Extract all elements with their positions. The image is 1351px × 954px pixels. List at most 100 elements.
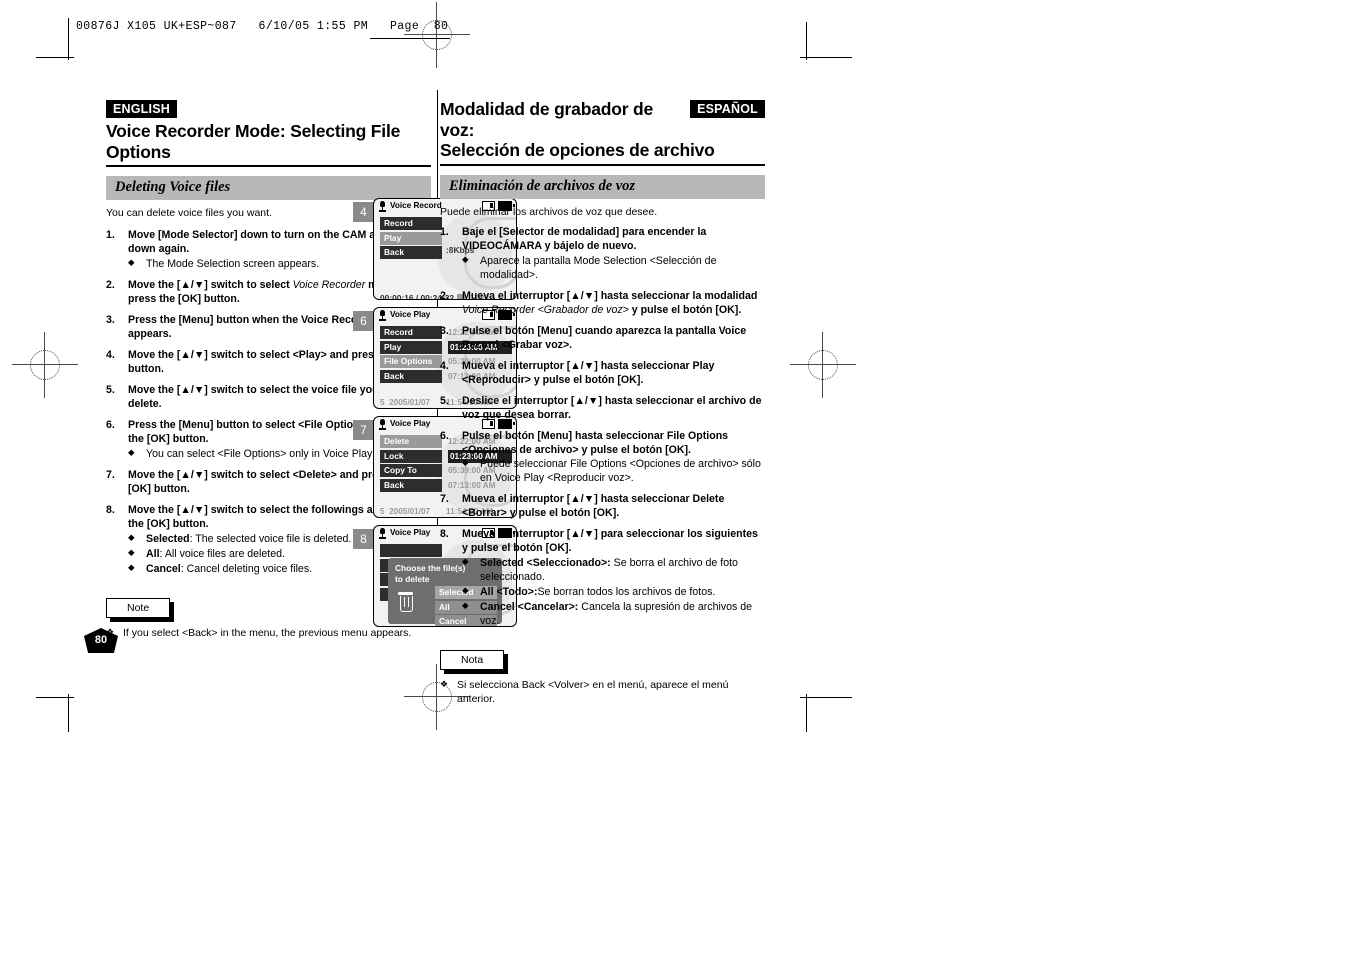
lcd-title: Voice Record: [390, 201, 442, 210]
lcd-menu-item[interactable]: Back: [380, 246, 442, 259]
language-tag-spanish: ESPAÑOL: [690, 100, 765, 118]
step-number: 3.: [440, 324, 449, 337]
registration-mark-right: [790, 332, 856, 398]
registration-mark-top: [404, 2, 470, 68]
page-title-spanish-line2: Selección de opciones de archivo: [440, 140, 715, 161]
step-text: Pulse el botón [Menu] cuando aparezca la…: [462, 324, 747, 351]
page-number-badge: 80: [84, 628, 118, 653]
step-bullet-list: Puede seleccionar File Options <Opciones…: [462, 457, 765, 486]
note-label-english: Note: [106, 597, 171, 618]
title-rule-english: [106, 165, 431, 168]
lcd-menu-item[interactable]: Play: [380, 231, 442, 245]
step-number: 4.: [440, 359, 449, 372]
lcd-file-index-date: 5 2005/01/07: [380, 398, 431, 407]
step-list-spanish: 1. Baje el [Selector de modalidad] para e…: [440, 226, 765, 629]
note-box-spanish: Nota: [440, 650, 509, 675]
step-number: 6.: [440, 429, 449, 442]
step-number: 5.: [440, 394, 449, 407]
step-item: 2. Mueva el interruptor [▲/▼] hasta selec…: [440, 290, 765, 318]
step-number: 7.: [440, 493, 449, 506]
page-number-text: 80: [94, 634, 108, 646]
step-bullet: Aparece la pantalla Mode Selection <Sele…: [462, 254, 765, 283]
note-box-english: Note: [106, 597, 175, 622]
lcd-menu[interactable]: Record Play File Options Back: [380, 326, 442, 384]
step-reference-badge: 7: [353, 420, 374, 440]
lcd-title: Voice Play: [390, 310, 431, 319]
lcd-menu-item[interactable]: Delete: [380, 435, 442, 448]
lcd-title: Voice Play: [390, 419, 431, 428]
lcd-file-index-date: 5 2005/01/07: [380, 507, 431, 516]
lcd-menu-item[interactable]: Back: [380, 369, 442, 383]
step-reference-badge: 4: [353, 202, 374, 222]
lcd-menu-item[interactable]: Lock: [380, 449, 442, 463]
step-text: Baje el [Selector de modalidad] para enc…: [462, 225, 707, 252]
step-number: 4.: [106, 349, 115, 362]
note-label-spanish: Nota: [440, 650, 505, 671]
step-number: 1.: [440, 225, 449, 238]
lead-text-spanish: Puede eliminar los archivos de voz que d…: [440, 205, 658, 218]
lcd-menu-item[interactable]: Copy To: [380, 464, 442, 477]
page-title-english: Voice Recorder Mode: Selecting File Opti…: [106, 121, 401, 162]
lcd-menu-item[interactable]: Record: [380, 217, 442, 230]
microphone-icon: [378, 310, 387, 321]
language-tag-english: ENGLISH: [106, 100, 177, 118]
step-item: 5. Deslice el interruptor [▲/▼] hasta sel…: [440, 395, 765, 423]
crop-mark-bottom-left-v: [68, 694, 69, 732]
step-bullet: All <Todo>:Se borran todos los archivos …: [462, 585, 765, 600]
step-bullet: Cancel <Cancelar>: Cancela la supresión …: [462, 600, 765, 629]
slug-left-rule: [68, 18, 69, 46]
step-item: 4. Mueva el interruptor [▲/▼] hasta selec…: [440, 360, 765, 388]
lcd-menu-item: [380, 544, 442, 557]
step-number: 1.: [106, 229, 115, 242]
step-text: Mueva el interruptor [▲/▼] hasta selecci…: [462, 359, 715, 386]
step-item: 1. Baje el [Selector de modalidad] para e…: [440, 226, 765, 283]
step-reference-badge: 6: [353, 311, 374, 331]
step-bullet-list: Aparece la pantalla Mode Selection <Sele…: [462, 254, 765, 283]
step-number: 5.: [106, 384, 115, 396]
lcd-menu-item[interactable]: File Options: [380, 355, 442, 368]
step-text: Mueva el interruptor [▲/▼] hasta selecci…: [462, 289, 758, 316]
step-text: Mueva el interruptor [▲/▼] hasta selecci…: [462, 493, 725, 520]
step-text: Deslice el interruptor [▲/▼] hasta selec…: [462, 394, 762, 421]
lcd-title: Voice Play: [390, 528, 431, 537]
microphone-icon: [378, 528, 387, 539]
manual-page: 00876J X105 UK+ESP~087 6/10/05 1:55 PM P…: [0, 0, 1351, 954]
lcd-menu[interactable]: Record Play Back: [380, 217, 442, 261]
step-item: 8. Mueva el interruptor [▲/▼] para selecc…: [440, 528, 765, 629]
step-text: Mueva el interruptor [▲/▼] para seleccio…: [462, 528, 758, 555]
step-number: 7.: [106, 468, 115, 481]
lcd-menu-item[interactable]: Play: [380, 340, 442, 354]
step-reference-badge: 8: [353, 529, 374, 549]
crop-mark-top-right: [806, 22, 807, 60]
section-bar-spanish: Eliminación de archivos de voz: [440, 174, 765, 199]
lcd-menu-item[interactable]: Back: [380, 478, 442, 492]
step-item: 6. Pulse el botón [Menu] hasta selecciona…: [440, 430, 765, 487]
step-number: 2.: [440, 289, 449, 302]
section-bar-english: Deleting Voice files: [106, 176, 431, 201]
step-number: 3.: [106, 314, 115, 327]
registration-mark-left: [12, 332, 78, 398]
print-slug: 00876J X105 UK+ESP~087 6/10/05 1:55 PM P…: [76, 20, 449, 33]
lcd-menu-item[interactable]: Record: [380, 326, 442, 339]
microphone-icon: [378, 419, 387, 430]
step-number: 8.: [440, 528, 449, 541]
step-item: 3. Pulse el botón [Menu] cuando aparezca …: [440, 325, 765, 353]
step-bullet: Selected <Seleccionado>: Se borra el arc…: [462, 556, 765, 585]
step-text: Pulse el botón [Menu] hasta seleccionar …: [462, 429, 729, 456]
step-item: 7. Mueva el interruptor [▲/▼] hasta selec…: [440, 493, 765, 521]
step-number: 2.: [106, 279, 115, 292]
note-text-spanish: Si selecciona Back <Volver> en el menú, …: [440, 679, 765, 707]
dialog-message-line2: to delete: [395, 573, 430, 584]
title-rule-spanish: [440, 163, 765, 166]
trash-icon: [398, 592, 413, 612]
crop-mark-bottom-right-h: [800, 697, 852, 698]
step-number: 6.: [106, 418, 115, 431]
step-number: 8.: [106, 503, 115, 516]
step-bullet-list: Selected <Seleccionado>: Se borra el arc…: [462, 556, 765, 629]
microphone-icon: [378, 201, 387, 212]
crop-mark-bottom-right: [806, 694, 807, 732]
step-bullet: Puede seleccionar File Options <Opciones…: [462, 457, 765, 486]
crop-mark-top-right-h: [800, 57, 852, 58]
lcd-menu[interactable]: Delete Lock Copy To Back: [380, 435, 442, 493]
slug-rule: [370, 38, 450, 39]
